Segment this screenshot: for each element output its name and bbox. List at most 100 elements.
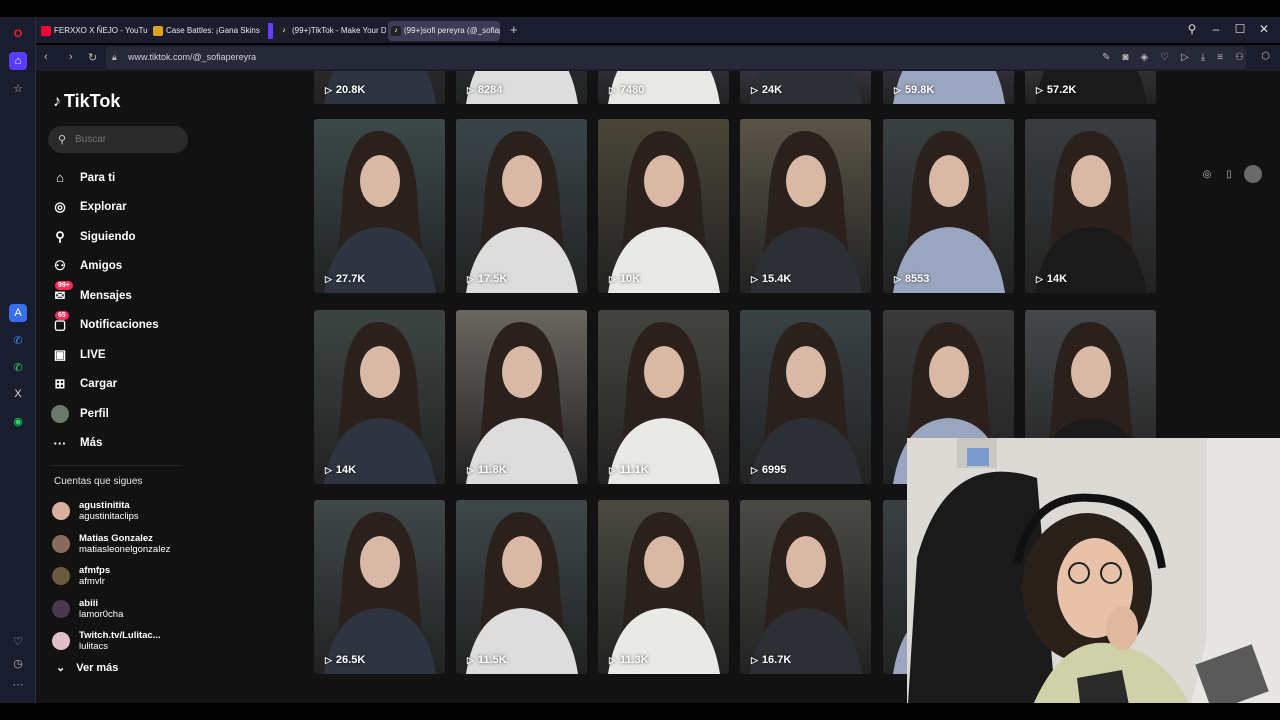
- video-thumbnail[interactable]: ▷ 7480: [598, 71, 729, 104]
- shield-icon[interactable]: ◈: [1140, 52, 1148, 63]
- following-account[interactable]: agustinitita agustinitaclips: [52, 495, 202, 528]
- heart-icon[interactable]: ♡: [1160, 52, 1169, 63]
- account-icon[interactable]: ⚇: [1235, 52, 1244, 63]
- nav-item-amigos[interactable]: ⚇ Amigos: [51, 252, 191, 282]
- view-count: ▷ 11.3K: [609, 654, 649, 666]
- reload-icon[interactable]: ↻: [88, 51, 97, 64]
- video-thumbnail[interactable]: ▷ 26.5K: [314, 500, 445, 674]
- following-account[interactable]: afmfps afmvlr: [52, 560, 202, 593]
- view-count: ▷ 11.8K: [467, 464, 507, 476]
- tiktok-icon: ♪: [279, 26, 289, 36]
- play-icon: ▷: [325, 464, 332, 475]
- video-thumbnail[interactable]: ▷ 24K: [740, 71, 871, 104]
- following-account[interactable]: Twitch.tv/Lulitac... lulitacs: [52, 625, 202, 658]
- account-handle: matiasleonelgonzalez: [79, 543, 171, 555]
- menu-icon[interactable]: ≡: [1217, 52, 1223, 63]
- nav-item-explorar[interactable]: ◎ Explorar: [51, 193, 191, 223]
- video-thumbnail[interactable]: ▷ 11.1K: [598, 310, 729, 484]
- logo-text: TikTok: [64, 91, 121, 111]
- video-thumbnail[interactable]: ▷ 11.8K: [456, 310, 587, 484]
- video-thumbnail[interactable]: ▷ 8284: [456, 71, 587, 104]
- view-count-text: 11.8K: [477, 464, 507, 476]
- user-avatar[interactable]: [1244, 165, 1262, 183]
- close-icon[interactable]: ✕: [1256, 22, 1272, 36]
- tab-label: (99+)TikTok - Make Your Day: [292, 26, 386, 35]
- thumbnail-image: [466, 130, 578, 293]
- account-text: Twitch.tv/Lulitac... lulitacs: [79, 630, 161, 652]
- home-speed-dial-icon[interactable]: ⌂: [9, 52, 27, 70]
- nav-item-siguiendo[interactable]: ⚲ Siguiendo: [51, 222, 191, 252]
- url-text[interactable]: www.tiktok.com/@_sofiapereyra: [128, 52, 256, 62]
- video-thumbnail[interactable]: ▷ 11.5K: [456, 500, 587, 674]
- play-icon: ▷: [609, 654, 616, 665]
- video-thumbnail[interactable]: ▷ 59.8K: [883, 71, 1014, 104]
- video-thumbnail[interactable]: ▷ 6995: [740, 310, 871, 484]
- compass-icon[interactable]: ◎: [1200, 167, 1214, 181]
- nav-item-cargar[interactable]: ⊞ Cargar: [51, 370, 191, 400]
- video-thumbnail[interactable]: ▷ 15.4K: [740, 119, 871, 293]
- address-actions: ✎ ◙ ◈ ♡ ▷ ⤓ ≡ ⚇: [1102, 52, 1244, 63]
- view-count: ▷ 10K: [609, 273, 640, 285]
- nav-item-live[interactable]: ▣ LIVE: [51, 340, 191, 370]
- nav-item-para-ti[interactable]: ⌂ Para ti: [51, 163, 191, 193]
- nav-item-perfil[interactable]: ● Perfil: [51, 399, 191, 429]
- history-icon[interactable]: ◷: [9, 654, 27, 672]
- following-account[interactable]: abiii lamor0cha: [52, 593, 202, 626]
- view-count-text: 11.3K: [619, 654, 649, 666]
- play-icon[interactable]: ▷: [1181, 52, 1189, 63]
- aria-icon[interactable]: A: [9, 304, 27, 322]
- maximize-icon[interactable]: ☐: [1232, 22, 1248, 36]
- minimize-icon[interactable]: –: [1208, 22, 1224, 36]
- messenger-icon[interactable]: ✆: [9, 331, 27, 349]
- following-icon: ⚲: [55, 228, 65, 244]
- avatar: [52, 502, 70, 521]
- edit-icon[interactable]: ✎: [1102, 52, 1110, 63]
- more-options-icon[interactable]: ···: [9, 676, 27, 694]
- tab-youtube[interactable]: FERXXO X ÑEJO - YouTube: [38, 21, 148, 41]
- video-thumbnail[interactable]: ▷ 14K: [1025, 119, 1156, 293]
- tiktok-logo[interactable]: ♪ TikTok: [53, 91, 120, 112]
- phone-icon[interactable]: ▯: [1222, 167, 1236, 181]
- url-field[interactable]: [106, 47, 1246, 69]
- nav-item-notificaciones[interactable]: ▢ 65 Notificaciones: [51, 310, 191, 341]
- new-tab-button[interactable]: +: [510, 22, 518, 37]
- download-icon[interactable]: ⤓: [1201, 52, 1205, 63]
- opera-logo-icon[interactable]: O: [9, 25, 27, 43]
- tab-tiktok[interactable]: ♪ (99+)TikTok - Make Your Day: [276, 21, 386, 41]
- spotify-icon[interactable]: ◉: [9, 412, 27, 430]
- video-thumbnail[interactable]: ▷ 20.8K: [314, 71, 445, 104]
- video-thumbnail[interactable]: ▷ 17.5K: [456, 119, 587, 293]
- nav-item-mensajes[interactable]: ✉ 99+ Mensajes: [51, 281, 191, 311]
- search-box[interactable]: ⚲: [48, 126, 188, 153]
- video-thumbnail[interactable]: ▷ 14K: [314, 310, 445, 484]
- back-icon[interactable]: ‹: [44, 51, 48, 63]
- view-count: ▷ 24K: [751, 84, 782, 96]
- account-name: afmfps: [79, 565, 111, 577]
- see-more-button[interactable]: ⌄ Ver más: [56, 661, 118, 675]
- search-tabs-icon[interactable]: ⚲: [1184, 22, 1200, 36]
- camera-icon[interactable]: ◙: [1122, 52, 1128, 63]
- tab-case-battles[interactable]: Case Battles: ¡Gana Skins Ex: [150, 21, 260, 41]
- more-icon: ···: [53, 435, 67, 451]
- search-input[interactable]: [75, 132, 180, 146]
- heart-icon[interactable]: ♡: [9, 632, 27, 650]
- tab-sofi-pereyra[interactable]: ♪ (99+)sofi pereyra (@_sofiape: [388, 21, 500, 41]
- video-thumbnail[interactable]: ▷ 11.3K: [598, 500, 729, 674]
- whatsapp-icon[interactable]: ✆: [9, 358, 27, 376]
- video-thumbnail[interactable]: ▷ 27.7K: [314, 119, 445, 293]
- play-icon: ▷: [609, 464, 616, 475]
- nav-item-más[interactable]: ··· Más: [51, 429, 191, 459]
- nav-label: Amigos: [80, 260, 123, 273]
- video-thumbnail[interactable]: ▷ 57.2K: [1025, 71, 1156, 104]
- play-icon: ▷: [894, 84, 901, 95]
- following-account[interactable]: Matias Gonzalez matiasleonelgonzalez: [52, 528, 202, 561]
- video-thumbnail[interactable]: ▷ 16.7K: [740, 500, 871, 674]
- opera-sidebar: O ⌂ ☆ A ✆ ✆ X ◉ ♡ ◷ ···: [0, 17, 36, 703]
- forward-icon[interactable]: ›: [69, 51, 73, 63]
- pinboard-icon[interactable]: ☆: [9, 79, 27, 97]
- extensions-icon[interactable]: ⬡: [1261, 51, 1270, 62]
- video-thumbnail[interactable]: ▷ 10K: [598, 119, 729, 293]
- video-thumbnail[interactable]: ▷ 8553: [883, 119, 1014, 293]
- x-twitter-icon[interactable]: X: [9, 385, 27, 403]
- view-count-text: 20.8K: [335, 84, 366, 96]
